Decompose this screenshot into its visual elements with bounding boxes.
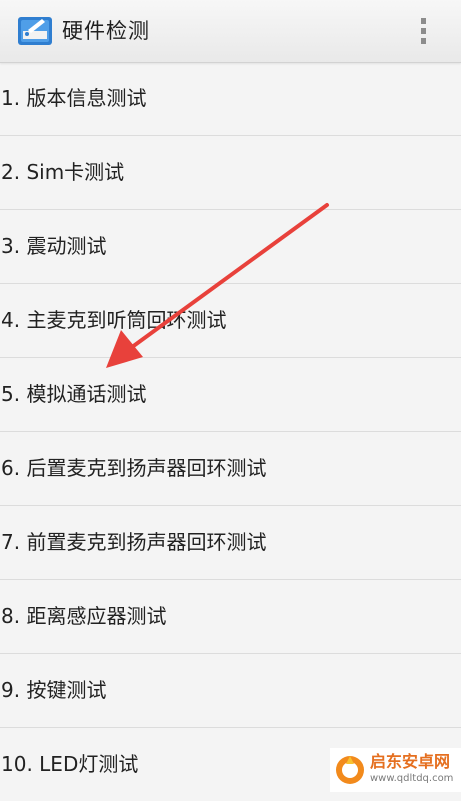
site-logo-icon (334, 754, 366, 786)
watermark-url: www.qdltdq.com (370, 773, 454, 784)
test-item-vibration[interactable]: 3. 震动测试 (0, 210, 461, 284)
test-item-simulated-call[interactable]: 5. 模拟通话测试 (0, 358, 461, 432)
test-item-label: 6. 后置麦克到扬声器回环测试 (1, 456, 267, 480)
test-item-label: 8. 距离感应器测试 (1, 604, 167, 628)
watermark-title: 启东安卓网 (370, 752, 451, 771)
app-bar: 硬件检测 (0, 0, 461, 63)
test-item-label: 2. Sim卡测试 (1, 160, 125, 184)
hardware-test-icon (18, 15, 54, 47)
test-item-label: 10. LED灯测试 (1, 752, 139, 776)
test-item-proximity-sensor[interactable]: 8. 距离感应器测试 (0, 580, 461, 654)
test-list: 1. 版本信息测试 2. Sim卡测试 3. 震动测试 4. 主麦克到听筒回环测… (0, 62, 461, 801)
test-item-label: 9. 按键测试 (1, 678, 107, 702)
test-item-front-mic-to-speaker-loopback[interactable]: 7. 前置麦克到扬声器回环测试 (0, 506, 461, 580)
test-item-label: 4. 主麦克到听筒回环测试 (1, 308, 227, 332)
test-item-version-info[interactable]: 1. 版本信息测试 (0, 62, 461, 136)
test-item-label: 5. 模拟通话测试 (1, 382, 147, 406)
test-item-sim-card[interactable]: 2. Sim卡测试 (0, 136, 461, 210)
app-title: 硬件检测 (62, 19, 150, 43)
test-item-label: 7. 前置麦克到扬声器回环测试 (1, 530, 267, 554)
test-item-label: 1. 版本信息测试 (1, 86, 147, 110)
test-item-rear-mic-to-speaker-loopback[interactable]: 6. 后置麦克到扬声器回环测试 (0, 432, 461, 506)
test-item-main-mic-to-earpiece-loopback[interactable]: 4. 主麦克到听筒回环测试 (0, 284, 461, 358)
watermark: 启东安卓网 www.qdltdq.com (330, 748, 461, 792)
test-item-label: 3. 震动测试 (1, 234, 107, 258)
test-item-key[interactable]: 9. 按键测试 (0, 654, 461, 728)
overflow-menu-icon[interactable] (413, 15, 433, 47)
